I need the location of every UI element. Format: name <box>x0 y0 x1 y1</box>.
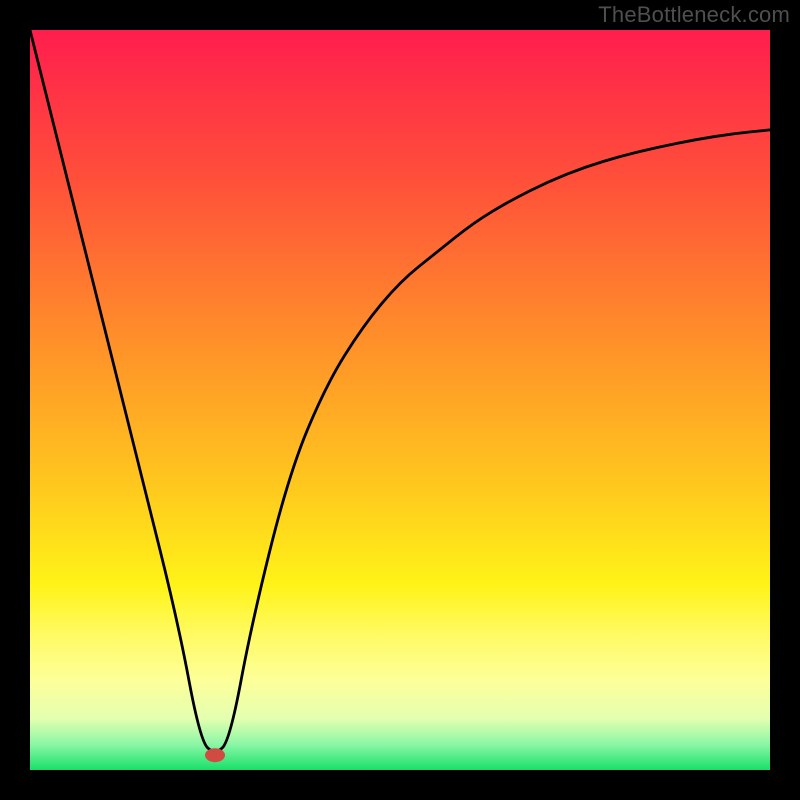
marker-point <box>205 748 225 762</box>
watermark-text: TheBottleneck.com <box>598 2 790 28</box>
chart-background <box>30 30 770 770</box>
chart-frame: TheBottleneck.com <box>0 0 800 800</box>
chart-plot <box>30 30 770 770</box>
chart-svg <box>30 30 770 770</box>
